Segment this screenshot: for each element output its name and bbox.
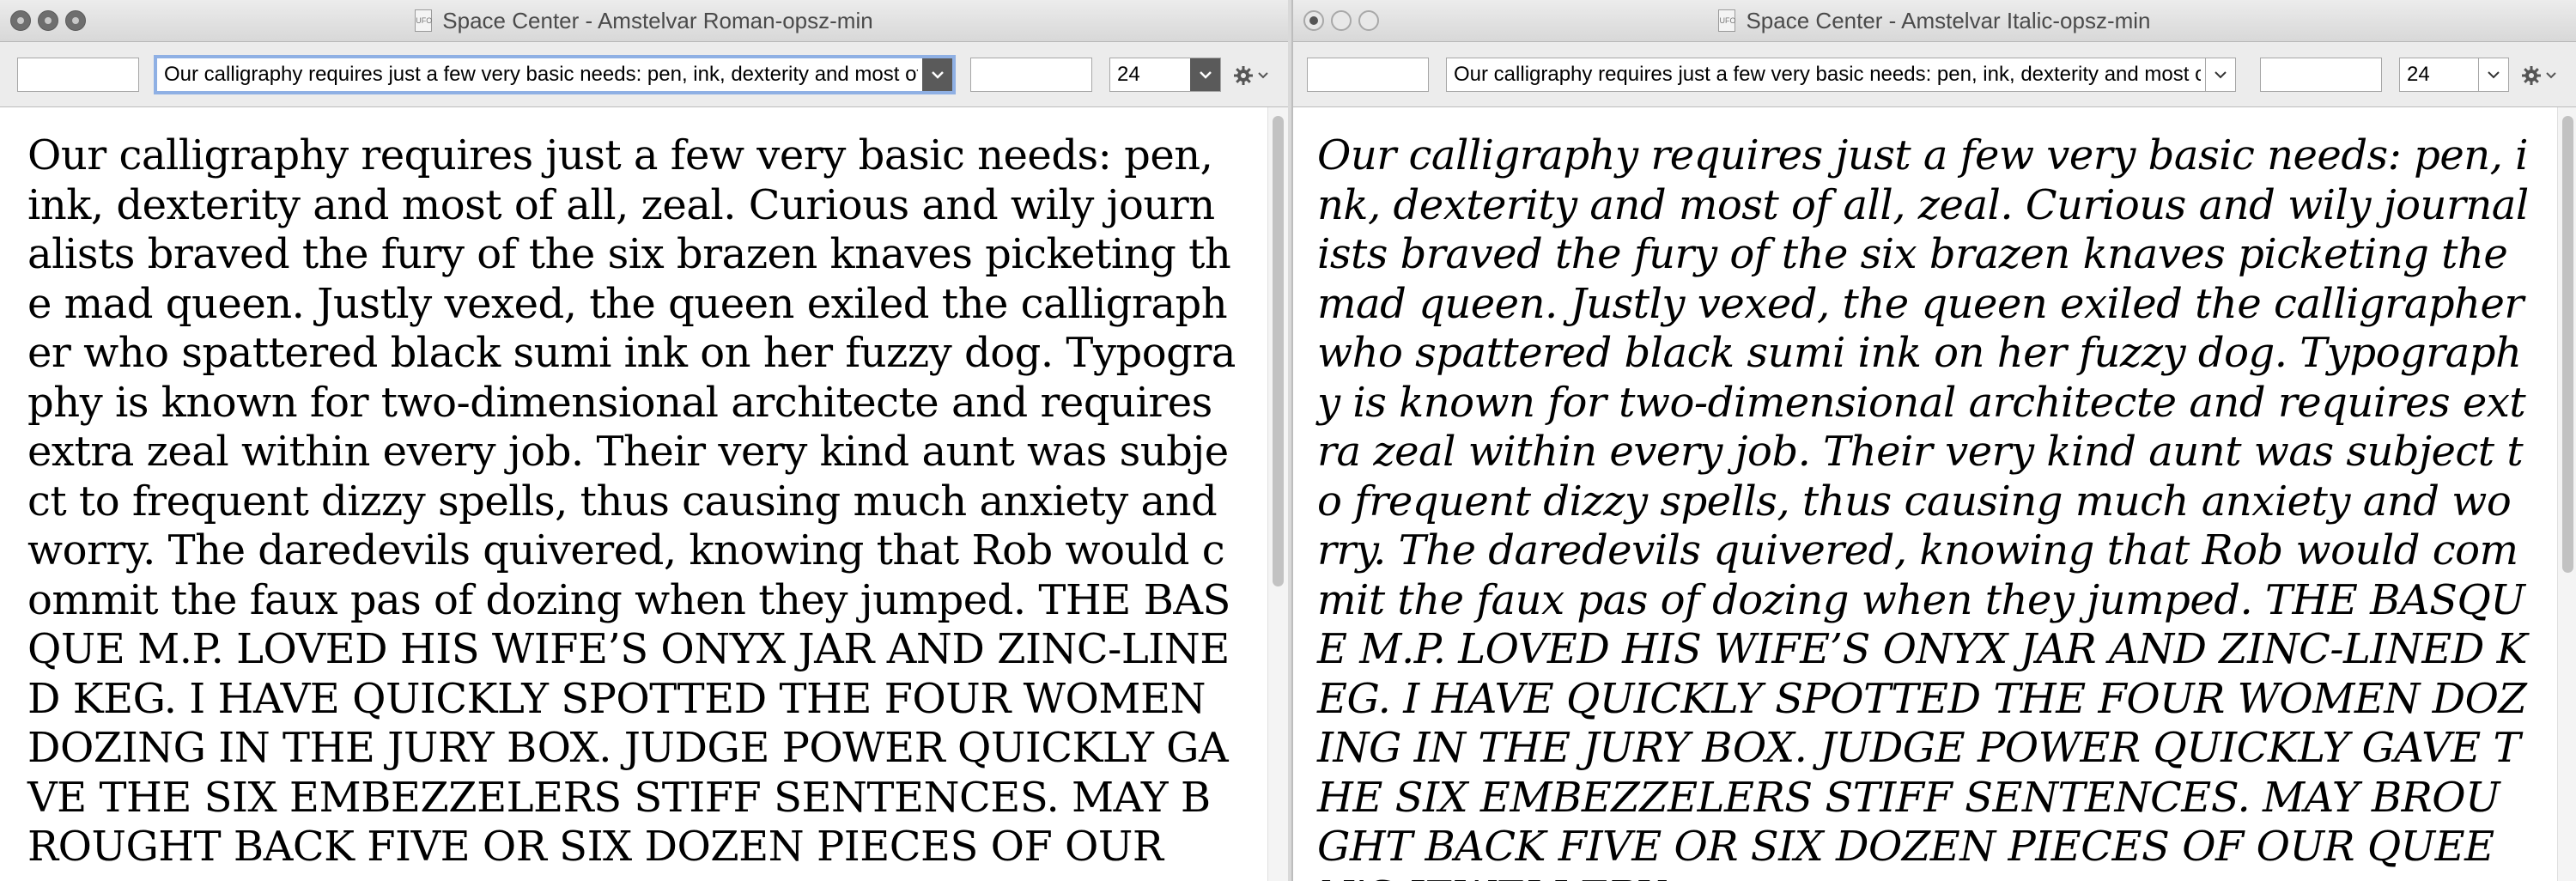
point-size-combo[interactable]: 24 [1109, 58, 1221, 92]
sample-text-combo[interactable]: Our calligraphy requires just a few very… [154, 55, 956, 94]
glyph-preview-area[interactable]: Our calligraphy requires just a few very… [0, 107, 1266, 881]
glyph-after-field[interactable] [2260, 58, 2382, 92]
chevron-down-icon[interactable] [2205, 58, 2235, 91]
ufo-document-icon: UFO [415, 9, 433, 32]
sample-text-combo[interactable]: Our calligraphy requires just a few very… [1446, 58, 2236, 92]
glyph-before-field[interactable] [1307, 58, 1429, 92]
sample-text-value: Our calligraphy requires just a few very… [164, 63, 918, 86]
chevron-down-icon[interactable] [1190, 58, 1220, 91]
toolbar: Our calligraphy requires just a few very… [0, 42, 1288, 107]
window-title: Space Center - Amstelvar Roman-opsz-min [442, 7, 873, 33]
glyph-before-field[interactable] [17, 58, 139, 92]
sample-text-value: Our calligraphy requires just a few very… [1454, 63, 2201, 86]
vertical-scrollbar[interactable] [2557, 107, 2576, 881]
glyph-preview-area[interactable]: Our calligraphy requires just a few very… [1293, 107, 2555, 881]
gear-icon[interactable] [1233, 61, 1276, 90]
point-size-value: 24 [1117, 63, 1140, 86]
space-center-window-roman: UFO Space Center - Amstelvar Roman-opsz-… [0, 0, 1288, 881]
title-bar[interactable]: UFO Space Center - Amstelvar Roman-opsz-… [0, 0, 1288, 42]
title-bar[interactable]: UFO Space Center - Amstelvar Italic-opsz… [1293, 0, 2576, 42]
preview-text: Our calligraphy requires just a few very… [1317, 131, 2529, 881]
scrollbar-thumb[interactable] [2562, 116, 2573, 573]
chevron-down-icon[interactable] [922, 58, 952, 91]
chevron-down-icon[interactable] [2478, 58, 2508, 91]
point-size-combo[interactable]: 24 [2399, 58, 2509, 92]
preview-text: Our calligraphy requires just a few very… [27, 131, 1236, 871]
gear-icon[interactable] [2521, 61, 2564, 90]
space-center-window-italic: UFO Space Center - Amstelvar Italic-opsz… [1291, 0, 2576, 881]
window-title: Space Center - Amstelvar Italic-opsz-min [1746, 7, 2151, 33]
glyph-after-field[interactable] [970, 58, 1092, 92]
vertical-scrollbar[interactable] [1267, 107, 1288, 881]
scrollbar-thumb[interactable] [1273, 116, 1284, 586]
toolbar: Our calligraphy requires just a few very… [1293, 42, 2576, 107]
ufo-document-icon: UFO [1718, 9, 1736, 32]
point-size-value: 24 [2407, 63, 2430, 86]
